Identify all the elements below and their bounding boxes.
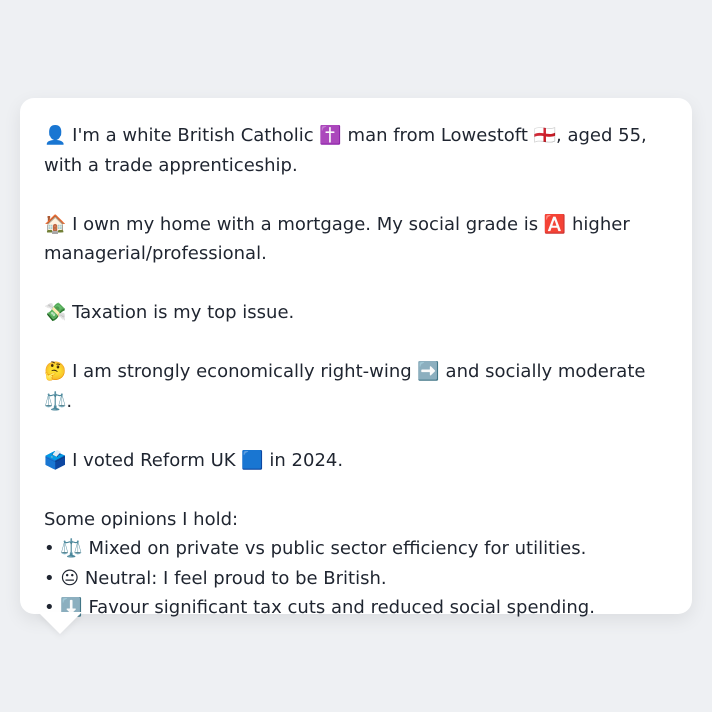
persona-message-bubble: 👤 I'm a white British Catholic ✝️ man fr…: [20, 98, 692, 618]
housing-line: 🏠 I own my home with a mortgage. My soci…: [44, 213, 636, 265]
opinion-item: • 😐 Neutral: I feel proud to be British.: [44, 567, 387, 589]
opinion-item: • ⚖️ Mixed on private vs public sector e…: [44, 538, 587, 559]
identity-line: 👤 I'm a white British Catholic ✝️ man fr…: [44, 125, 653, 176]
vote-line: 🗳️ I voted Reform UK 🟦 in 2024.: [44, 449, 344, 471]
opinions-heading: Some opinions I hold:: [44, 508, 239, 530]
opinion-item: • ⬇️ Favour significant tax cuts and red…: [44, 597, 595, 618]
top-issue-line: 💸 Taxation is my top issue.: [44, 302, 295, 323]
ideology-line: 🤔 I am strongly economically right-wing …: [44, 361, 652, 412]
bubble-tail: [38, 612, 82, 634]
